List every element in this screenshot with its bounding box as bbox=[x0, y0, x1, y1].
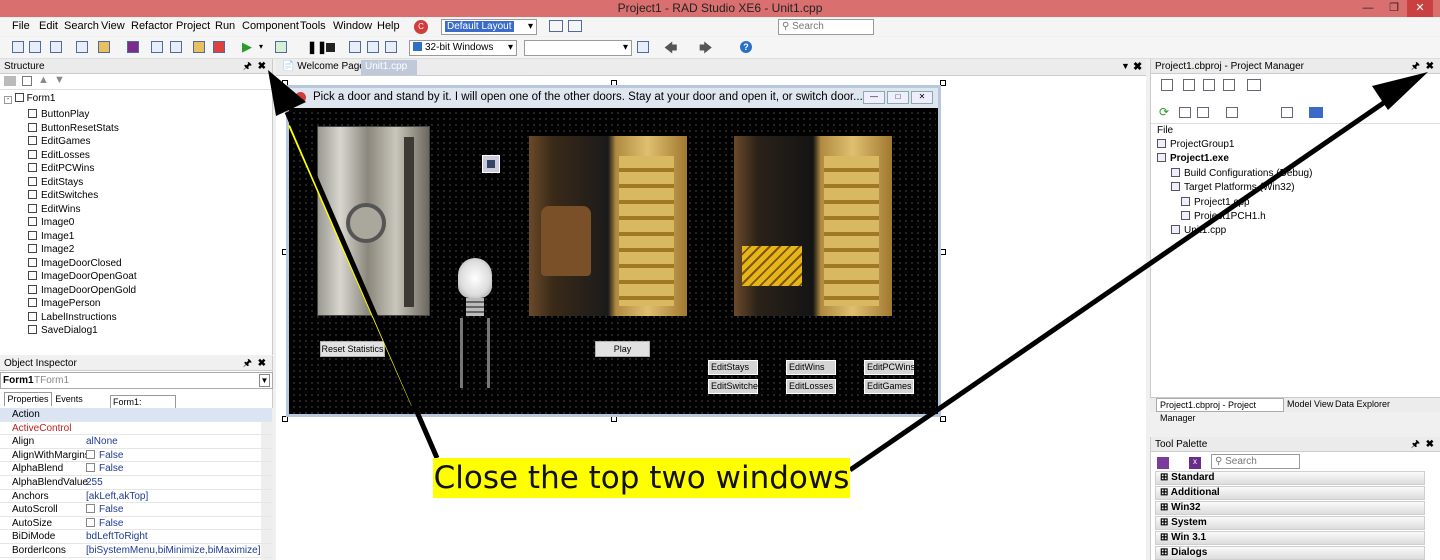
arrow-right-shaft bbox=[848, 90, 1400, 473]
arrow-left-shaft bbox=[284, 111, 440, 459]
annotation-label: Close the top two windows bbox=[433, 458, 850, 498]
arrow-left-head bbox=[268, 70, 306, 116]
